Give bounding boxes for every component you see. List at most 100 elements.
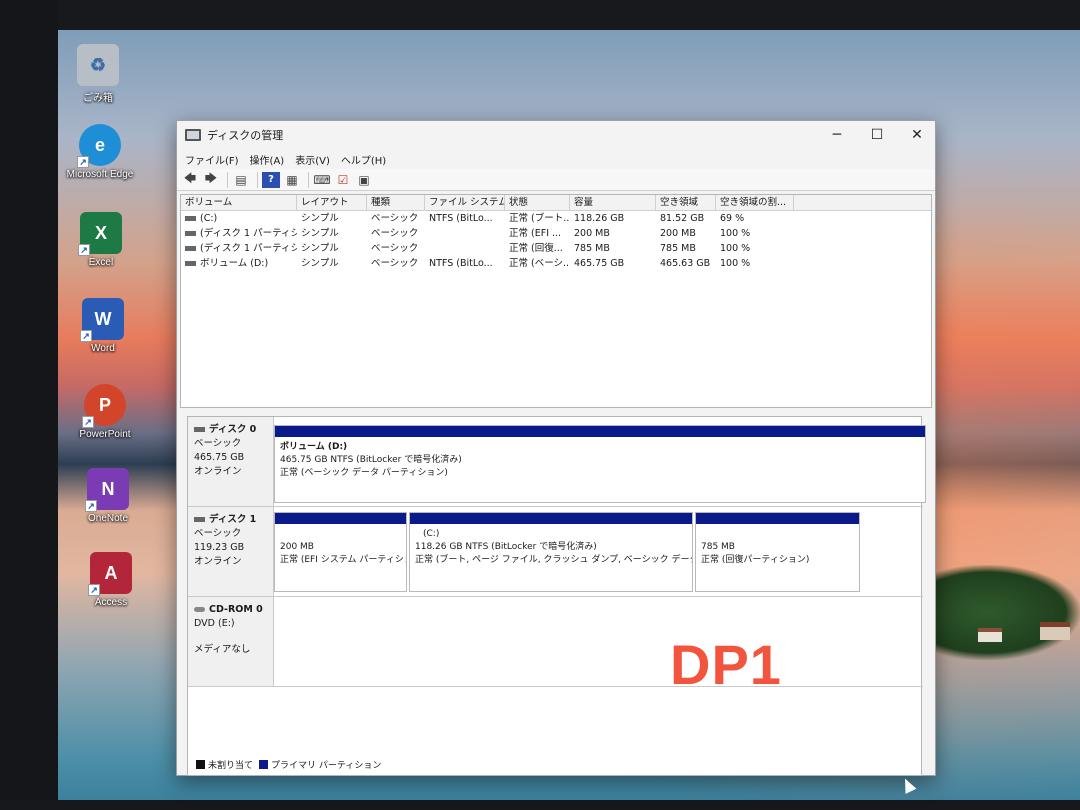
shortcut-arrow-icon: ↗ [77,156,89,168]
back-arrow-icon[interactable]: 🡄 [181,171,199,188]
table-cell: ベーシック [371,228,419,239]
column-header[interactable]: レイアウト [297,195,367,210]
connect-drive-icon[interactable]: ⌨ [313,172,331,188]
disk-row-0: ディスク 0 ベーシック 465.75 GB オンライン ボリューム (D:) … [188,417,926,507]
menu-action[interactable]: 操作(A) [250,152,285,167]
volume-list-header: ボリューム レイアウト 種類 ファイル システム 状態 容量 空き領域 空き領域… [181,195,931,211]
partition-name: (C:) [423,529,440,539]
disk-management-window: ディスクの管理 ─ ☐ ✕ ファイル(F) 操作(A) 表示(V) ヘルプ(H)… [176,120,936,776]
table-cell [425,241,505,256]
desktop-icon-recycle-bin[interactable]: ♻ ごみ箱 [53,44,143,104]
partition-detail: 785 MB [701,542,735,552]
console-tree-icon[interactable]: ▤ [232,172,250,188]
table-row[interactable]: (C:) シンプル ベーシック NTFS (BitLo... 正常 (ブート..… [181,211,931,226]
desktop-icon-label: PowerPoint [79,429,131,440]
toolbar-separator [257,171,258,188]
column-header[interactable]: 状態 [505,195,570,210]
table-cell: (C:) [200,213,218,224]
disk-size: 119.23 GB [194,542,245,553]
table-cell: 正常 (回復... [509,243,563,254]
volume-icon [185,216,196,221]
menu-view[interactable]: 表示(V) [295,152,330,167]
disk-label[interactable]: ディスク 0 ベーシック 465.75 GB オンライン [188,417,274,506]
help-icon[interactable]: ? [262,171,280,188]
partition-block[interactable]: 785 MB 正常 (回復パーティション) [695,512,860,592]
partition-status: 正常 (EFI システム パーティショ [280,555,407,565]
column-header[interactable]: ボリューム [181,195,297,210]
title-bar[interactable]: ディスクの管理 ─ ☐ ✕ [177,121,935,149]
disk-type: ベーシック [194,528,242,539]
table-cell: 正常 (ベーシ... [509,258,570,269]
edge-icon: e ↗ [77,124,121,168]
primary-partition-bar [696,513,859,524]
wallpaper-house [1040,622,1070,640]
legend-swatch-primary [259,760,269,769]
table-cell: ベーシック [371,243,419,254]
checklist-icon[interactable]: ☑ [334,172,352,188]
maximize-button[interactable]: ☐ [857,121,897,149]
desktop-icon-word[interactable]: W ↗ Word [58,298,148,354]
table-cell: ボリューム (D:) [200,258,269,269]
partition-detail: 200 MB [280,542,314,552]
partition-block[interactable]: 200 MB 正常 (EFI システム パーティショ [274,512,407,592]
shortcut-arrow-icon: ↗ [85,500,97,512]
shortcut-arrow-icon: ↗ [82,416,94,428]
desktop-icon-onenote[interactable]: N ↗ OneNote [63,468,153,524]
menu-help[interactable]: ヘルプ(H) [341,152,386,167]
excel-icon: X ↗ [78,212,122,256]
table-row[interactable]: ボリューム (D:) シンプル ベーシック NTFS (BitLo... 正常 … [181,256,931,271]
desktop-icon-edge[interactable]: e ↗ Microsoft Edge [55,124,145,180]
table-cell: 465.63 GB [660,258,711,269]
partition-block[interactable]: ボリューム (D:) 465.75 GB NTFS (BitLocker で暗号… [274,425,926,503]
table-cell: 785 MB [574,243,610,254]
table-cell: シンプル [301,213,339,224]
desktop-icon-label: Access [94,597,128,608]
disk-management-icon [185,129,201,141]
column-header[interactable]: 種類 [367,195,425,210]
table-cell: (ディスク 1 パーティショ... [200,243,297,254]
column-header[interactable]: 空き領域 [656,195,716,210]
desktop-icon-access[interactable]: A ↗ Access [66,552,156,608]
desktop-icon-excel[interactable]: X ↗ Excel [56,212,146,268]
minimize-button[interactable]: ─ [817,121,857,149]
window-title: ディスクの管理 [207,129,284,142]
desktop-icon-label: OneNote [87,513,129,524]
properties-icon[interactable]: ▦ [283,172,301,188]
partition-status: 正常 (ブート, ページ ファイル, クラッシュ ダンプ, ベーシック データ … [415,555,692,565]
desktop-icon-powerpoint[interactable]: P ↗ PowerPoint [60,384,150,440]
disk-row-cdrom: CD-ROM 0 DVD (E:) メディアなし [188,597,923,687]
legend-swatch-unallocated [196,760,205,769]
table-cell: ベーシック [371,213,419,224]
column-header[interactable]: ファイル システム [425,195,505,210]
close-button[interactable]: ✕ [897,121,937,149]
disk-status: メディアなし [194,644,251,655]
disk-type: ベーシック [194,438,242,449]
disk-label[interactable]: ディスク 1 ベーシック 119.23 GB オンライン [188,507,274,596]
table-cell: 200 MB [574,228,610,239]
table-cell: シンプル [301,228,339,239]
table-cell: ベーシック [371,258,419,269]
table-cell: 785 MB [660,243,696,254]
settings-list-icon[interactable]: ▣ [355,172,373,188]
volume-icon [185,231,196,236]
overlay-label: DP1 [670,633,782,696]
partition-block[interactable]: (C:) 118.26 GB NTFS (BitLocker で暗号化済み) 正… [409,512,693,592]
disk-label[interactable]: CD-ROM 0 DVD (E:) メディアなし [188,597,274,686]
forward-arrow-icon[interactable]: 🡆 [202,171,220,188]
volume-list: ボリューム レイアウト 種類 ファイル システム 状態 容量 空き領域 空き領域… [180,194,932,408]
disk-type: DVD (E:) [194,618,235,629]
desktop-icon-label: Microsoft Edge [66,169,134,180]
table-cell: 118.26 GB [574,213,625,224]
menu-bar: ファイル(F) 操作(A) 表示(V) ヘルプ(H) [177,149,935,169]
powerpoint-icon: P ↗ [82,384,126,428]
table-cell: 正常 (ブート... [509,213,570,224]
monitor-bezel-top [0,0,1080,34]
partition-status: 正常 (ベーシック データ パーティション) [280,468,448,478]
wallpaper-house [978,628,1002,642]
volume-icon [185,246,196,251]
table-row[interactable]: (ディスク 1 パーティショ... シンプル ベーシック 正常 (EFI ...… [181,226,931,241]
menu-file[interactable]: ファイル(F) [185,152,239,167]
column-header[interactable]: 容量 [570,195,656,210]
table-row[interactable]: (ディスク 1 パーティショ... シンプル ベーシック 正常 (回復... 7… [181,241,931,256]
column-header[interactable]: 空き領域の割... [716,195,794,210]
